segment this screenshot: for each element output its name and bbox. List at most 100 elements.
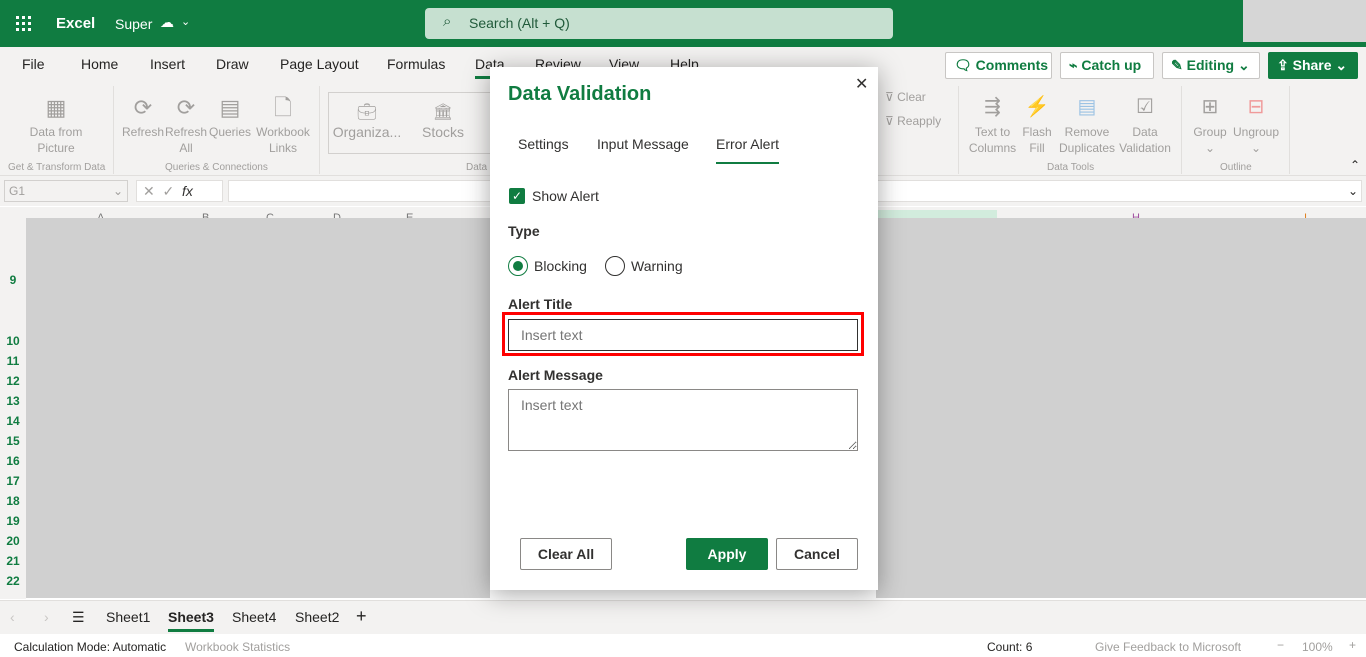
row-header[interactable]: 19 — [0, 514, 26, 528]
link-icon: 🗋 — [274, 95, 292, 120]
zoom-out-icon[interactable]: − — [1277, 638, 1284, 652]
row-header[interactable]: 16 — [0, 454, 26, 468]
divider — [319, 86, 320, 174]
profile-area — [1243, 0, 1366, 42]
cancel-icon[interactable]: ✕ — [143, 183, 155, 199]
search-input[interactable]: ⌕ Search (Alt + Q) — [425, 8, 893, 39]
refresh-all-button[interactable]: ⟳ Refresh All — [165, 92, 207, 156]
pulse-icon: ⌁ — [1069, 57, 1082, 73]
refresh-all-icon: ⟳ — [176, 95, 196, 120]
add-sheet-icon[interactable]: + — [356, 606, 367, 627]
feedback-link[interactable]: Give Feedback to Microsoft — [1095, 640, 1241, 654]
row-header[interactable]: 17 — [0, 474, 26, 488]
share-label: Share — [1292, 57, 1332, 73]
data-validation-button[interactable]: ☑ Data Validation — [1116, 90, 1174, 156]
status-bar: Calculation Mode: Automatic Workbook Sta… — [0, 635, 1366, 657]
clear-all-button[interactable]: Clear All — [520, 538, 612, 570]
editing-button[interactable]: ✎ Editing ⌄ — [1162, 52, 1260, 79]
chevron-down-icon[interactable]: ⌄ — [181, 15, 190, 28]
tab-page-layout[interactable]: Page Layout — [280, 56, 359, 72]
data-from-picture-button[interactable]: ▦ Data from Picture — [20, 92, 92, 156]
cancel-button[interactable]: Cancel — [776, 538, 858, 570]
warning-label: Warning — [631, 258, 683, 274]
row-header[interactable]: 18 — [0, 494, 26, 508]
remove-duplicates-icon: ▤ — [1077, 96, 1097, 118]
workbook-statistics[interactable]: Workbook Statistics — [185, 640, 290, 654]
row-header[interactable]: 21 — [0, 554, 26, 568]
table-camera-icon: ▦ — [45, 95, 67, 120]
apply-button[interactable]: Apply — [686, 538, 768, 570]
app-launcher-icon[interactable] — [16, 16, 32, 32]
refresh-button[interactable]: ⟳ Refresh — [122, 92, 164, 140]
collapse-ribbon-icon[interactable]: ⌃ — [1350, 158, 1360, 172]
close-icon[interactable]: ✕ — [855, 74, 868, 94]
label: Remove Duplicates — [1058, 125, 1116, 155]
row-header[interactable]: 14 — [0, 414, 26, 428]
blocking-radio[interactable] — [508, 256, 528, 276]
workbook-links-button[interactable]: 🗋 Workbook Links — [254, 92, 312, 156]
calculation-mode[interactable]: Calculation Mode: Automatic — [14, 640, 166, 654]
zoom-in-icon[interactable]: + — [1349, 638, 1356, 652]
tab-settings[interactable]: Settings — [518, 136, 569, 152]
pencil-icon: ✎ — [1171, 57, 1187, 73]
name-box-value: G1 — [9, 184, 26, 198]
tab-file[interactable]: File — [22, 56, 45, 72]
title-bar: Excel Super ☁ ⌄ ⌕ Search (Alt + Q) — [0, 0, 1366, 47]
zoom-level[interactable]: 100% — [1302, 640, 1333, 654]
row-header[interactable]: 11 — [0, 354, 26, 368]
row-header[interactable]: 20 — [0, 534, 26, 548]
comments-label: Comments — [975, 57, 1049, 73]
alert-title-input[interactable] — [508, 319, 858, 351]
comments-button[interactable]: 🗨︎ Comments — [945, 52, 1052, 79]
clear-filter-button[interactable]: ⊽ Clear — [885, 89, 926, 105]
share-button[interactable]: ⇪ Share ⌄ — [1268, 52, 1358, 79]
next-sheet-icon[interactable]: › — [44, 609, 49, 625]
alert-message-input[interactable] — [508, 389, 858, 451]
text-to-columns-button[interactable]: ⇶ Text to Columns — [965, 90, 1020, 156]
remove-duplicates-button[interactable]: ▤ Remove Duplicates — [1058, 90, 1116, 156]
warning-radio[interactable] — [605, 256, 625, 276]
row-header[interactable]: 15 — [0, 434, 26, 448]
document-name[interactable]: Super — [115, 16, 152, 32]
label: Group — [1193, 125, 1227, 139]
row-header[interactable]: 13 — [0, 394, 26, 408]
sheet-tab[interactable]: Sheet4 — [232, 609, 276, 625]
fx-icon[interactable]: fx — [182, 183, 193, 199]
catch-up-button[interactable]: ⌁ Catch up — [1060, 52, 1154, 79]
all-sheets-menu-icon[interactable]: ☰ — [72, 609, 85, 626]
prev-sheet-icon[interactable]: ‹ — [10, 609, 15, 625]
cloud-saved-icon: ☁ — [160, 14, 174, 30]
enter-icon[interactable]: ✓ — [163, 183, 175, 199]
count-value[interactable]: Count: 6 — [987, 640, 1032, 654]
label: Text to Columns — [968, 125, 1017, 155]
label: Flash Fill — [1022, 125, 1052, 155]
reapply-button[interactable]: ⊽ Reapply — [885, 113, 941, 129]
row-header[interactable]: 12 — [0, 374, 26, 388]
tab-insert[interactable]: Insert — [150, 56, 185, 72]
tab-input-message[interactable]: Input Message — [597, 136, 689, 152]
group-button[interactable]: ⊞ Group ⌄ — [1190, 90, 1230, 156]
sheet-tab-active[interactable]: Sheet3 — [168, 609, 214, 632]
tab-formulas[interactable]: Formulas — [387, 56, 445, 72]
divider — [113, 86, 114, 174]
organization-button[interactable]: 💼︎ Organiza... — [332, 102, 402, 140]
selected-column-header[interactable] — [878, 210, 997, 218]
sheet-tab[interactable]: Sheet1 — [106, 609, 150, 625]
divider — [958, 86, 959, 174]
tab-draw[interactable]: Draw — [216, 56, 249, 72]
row-header[interactable]: 9 — [0, 273, 26, 287]
sheet-tab[interactable]: Sheet2 — [295, 609, 339, 625]
stocks-button[interactable]: 🏛︎ Stocks — [418, 102, 468, 140]
tab-home[interactable]: Home — [81, 56, 118, 72]
queries-button[interactable]: ▤ Queries — [208, 92, 252, 140]
catch-up-label: Catch up — [1081, 57, 1142, 73]
show-alert-checkbox[interactable]: ✓ — [509, 188, 525, 204]
name-box[interactable]: G1 ⌄ — [4, 180, 128, 202]
tab-error-alert[interactable]: Error Alert — [716, 136, 780, 164]
type-label: Type — [508, 223, 540, 239]
row-header[interactable]: 22 — [0, 574, 26, 588]
flash-fill-button[interactable]: ⚡ Flash Fill — [1020, 90, 1054, 156]
row-header[interactable]: 10 — [0, 334, 26, 348]
ungroup-button[interactable]: ⊟ Ungroup ⌄ — [1232, 90, 1280, 156]
expand-icon[interactable]: ⌄ — [1348, 184, 1358, 198]
